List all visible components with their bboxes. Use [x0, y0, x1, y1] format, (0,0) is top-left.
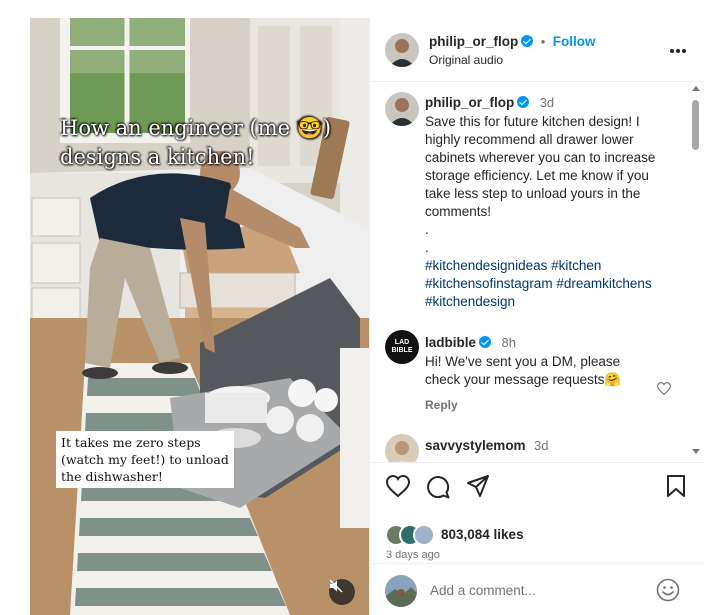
caption-line: take less step to unload yours in the: [425, 186, 641, 201]
bookmark-icon: [667, 475, 685, 497]
smiley-icon: [656, 578, 680, 602]
comment-age[interactable]: 8h: [501, 335, 515, 350]
caption-username[interactable]: philip_or_flop: [425, 95, 514, 110]
scroll-down-arrow-icon[interactable]: [692, 449, 700, 454]
header-author-line: philip_or_flop • Follow: [429, 33, 595, 51]
caption-line: .: [425, 222, 429, 237]
mute-button[interactable]: [329, 579, 355, 605]
caption-line: storage efficiency. Let me know if you: [425, 168, 649, 183]
comment-text: Hi! We've sent you a DM, please check yo…: [425, 353, 665, 389]
comment-item: ladbible 8h Hi! We've sent you a DM, ple…: [425, 334, 665, 412]
caption-text: Save this for future kitchen design! I h…: [425, 113, 685, 311]
add-comment-input[interactable]: [430, 579, 640, 601]
follow-button[interactable]: Follow: [553, 34, 596, 49]
video-frame-illustration: [30, 18, 369, 615]
ladbible-logo: LAD BIBLE: [391, 339, 413, 354]
video-overlay-title: How an engineer (me 🤓) designs a kitchen…: [60, 116, 332, 169]
caption-author-avatar[interactable]: [385, 92, 419, 126]
comment-line: check your message requests🤗: [425, 372, 622, 387]
liker-avatars-icon: [385, 524, 435, 546]
caption-line: highly recommend all drawer lower: [425, 132, 634, 147]
ellipsis-icon: [670, 49, 686, 53]
separator-dot: •: [540, 34, 546, 49]
share-button[interactable]: [466, 475, 490, 502]
comments-scrollbar[interactable]: [689, 84, 701, 460]
hashtag-line[interactable]: #kitchendesign: [425, 293, 685, 311]
caption-line: comments!: [425, 204, 492, 219]
like-button[interactable]: [385, 474, 411, 502]
author-avatar[interactable]: [385, 33, 419, 67]
comment-age[interactable]: 3d: [534, 438, 548, 453]
caption-line: Save this for future kitchen design! I: [425, 114, 640, 129]
verified-badge-icon: [517, 96, 530, 108]
liked-by-avatars[interactable]: [385, 524, 438, 546]
comment-bubble-icon: [427, 476, 450, 499]
comment-line: Hi! We've sent you a DM, please: [425, 354, 621, 369]
paper-plane-icon: [467, 475, 489, 497]
post-video[interactable]: How an engineer (me 🤓) designs a kitchen…: [30, 18, 369, 615]
avatar-image: [385, 575, 417, 607]
emoji-picker-button[interactable]: [656, 578, 680, 607]
heart-icon: [385, 474, 411, 498]
comment-button[interactable]: [426, 475, 450, 504]
comment-username[interactable]: ladbible: [425, 335, 476, 350]
hashtag-line[interactable]: #kitchensofinstagram #dreamkitchens: [425, 275, 685, 293]
speaker-muted-icon: [329, 579, 343, 593]
scroll-up-arrow-icon[interactable]: [692, 86, 700, 91]
caption-line: .: [425, 240, 429, 255]
save-button[interactable]: [666, 475, 686, 502]
more-options-icon[interactable]: [669, 38, 687, 59]
avatar-image: [385, 92, 419, 126]
post-timestamp[interactable]: 3 days ago: [386, 549, 440, 561]
author-username[interactable]: philip_or_flop: [429, 34, 518, 49]
verified-badge-icon: [521, 35, 534, 47]
comment-avatar-ladbible[interactable]: LAD BIBLE: [385, 330, 419, 364]
comment-username[interactable]: savvystylemom: [425, 438, 526, 453]
avatar-image: [385, 33, 419, 67]
add-comment-bar: [370, 563, 705, 615]
likes-count[interactable]: 803,084 likes: [441, 527, 524, 542]
post-header: philip_or_flop • Follow Original audio: [370, 18, 705, 82]
comment-avatar-savvystylemom[interactable]: [385, 434, 419, 462]
caption-age[interactable]: 3d: [540, 95, 554, 110]
reply-button[interactable]: Reply: [425, 398, 665, 412]
scrollbar-thumb[interactable]: [692, 100, 699, 150]
video-caption-box: It takes me zero steps (watch my feet!) …: [56, 431, 234, 488]
caption-line: cabinets wherever you can to increase: [425, 150, 656, 165]
heart-icon: [656, 382, 672, 396]
post-actions: 803,084 likes 3 days ago: [370, 462, 705, 615]
audio-label[interactable]: Original audio: [429, 53, 503, 67]
verified-badge-icon: [479, 336, 492, 348]
post-side-panel: philip_or_flop • Follow Original audio p…: [369, 18, 705, 615]
comment-item: savvystylemom 3d: [425, 437, 549, 455]
current-user-avatar: [385, 575, 417, 607]
avatar-image: [385, 434, 419, 462]
caption-block: philip_or_flop 3d Save this for future k…: [425, 94, 685, 311]
comment-like-button[interactable]: [656, 382, 672, 400]
hashtag-line[interactable]: #kitchendesignideas #kitchen: [425, 257, 685, 275]
comments-list[interactable]: philip_or_flop 3d Save this for future k…: [370, 82, 705, 462]
